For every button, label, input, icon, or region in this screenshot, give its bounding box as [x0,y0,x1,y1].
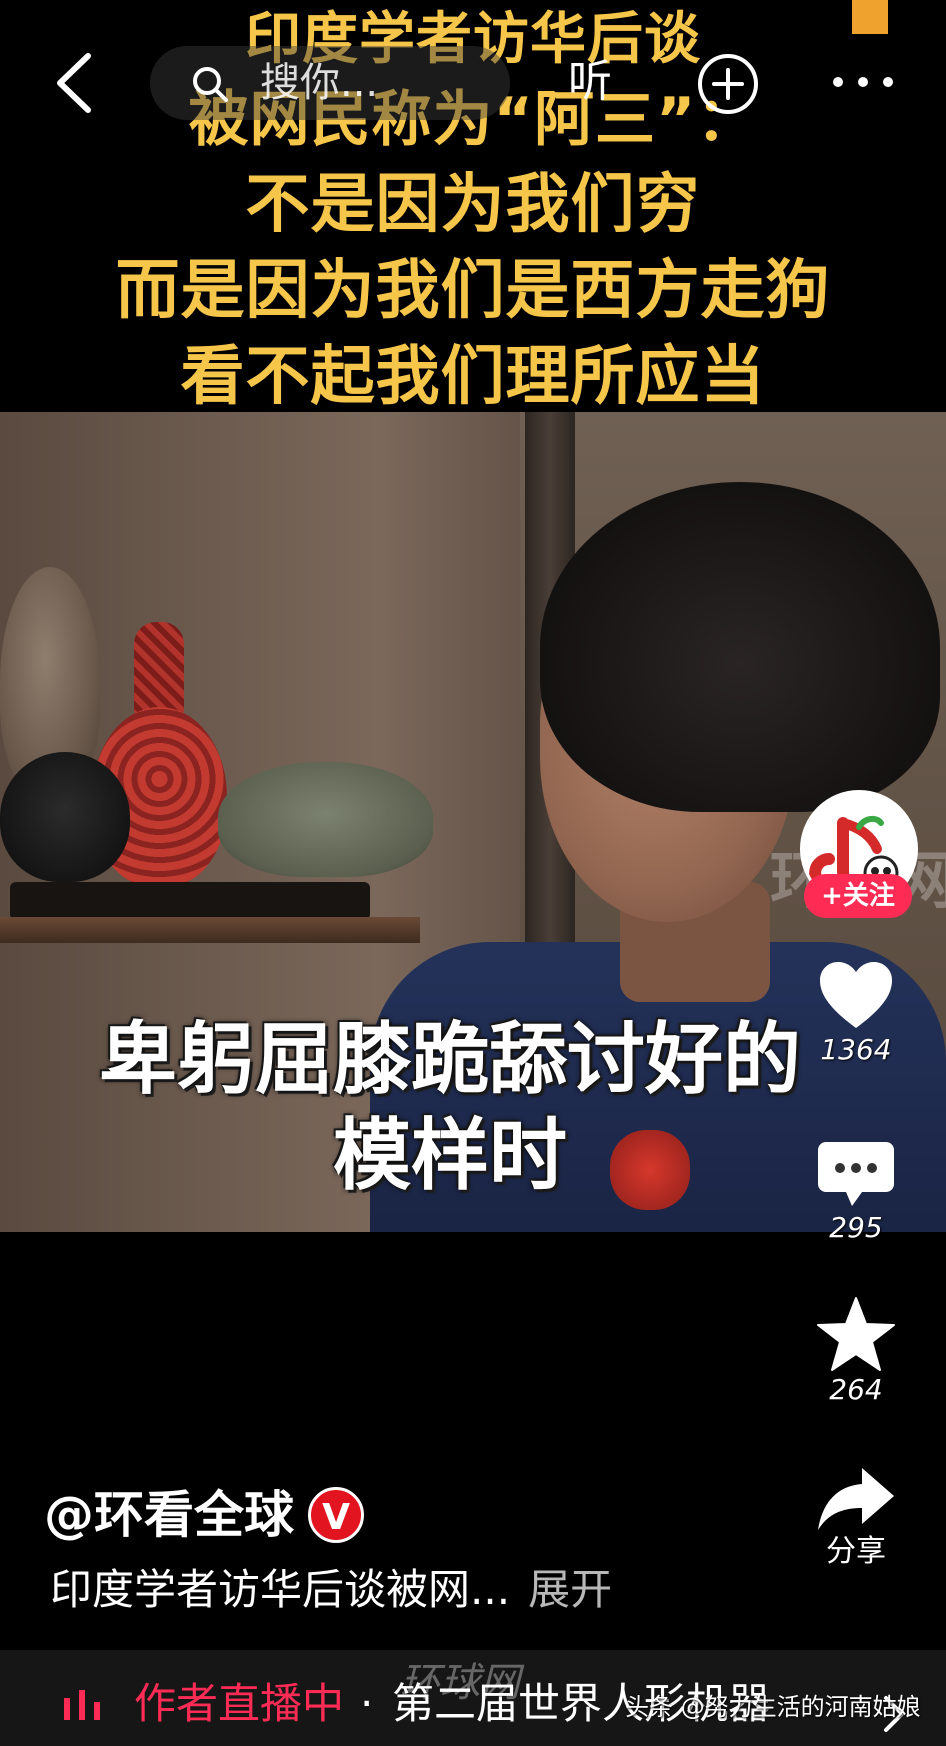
top-navigation-bar: 搜你... 听 [0,40,946,128]
verified-badge-icon: V [308,1487,364,1543]
search-placeholder: 搜你... [260,60,379,106]
title-line-4: 而是因为我们是西方走狗 [115,254,831,328]
listen-button[interactable]: 听 [568,54,612,110]
separator-dot: · [360,1679,374,1728]
plus-button[interactable] [696,52,760,116]
search-input[interactable]: 搜你... [150,46,510,120]
caption-line-1: 卑躬屈膝跪舔讨好的 [98,1015,801,1105]
more-dots-icon [833,77,893,87]
like-count: 1364 [820,1033,892,1066]
live-status-label: 作者直播中 [134,1679,345,1728]
source-credit: 头条 @努力生活的河南姑娘 [625,1693,921,1721]
video-caption: 卑躬屈膝跪舔讨好的 模样时 [0,1012,900,1204]
comment-button[interactable]: 295 [806,1138,906,1246]
share-label: 分享 [826,1534,886,1569]
scene-shelf [0,917,420,943]
corner-mark [852,0,888,34]
heart-icon [820,962,892,1028]
author-name[interactable]: @环看全球 [44,1484,294,1546]
more-button[interactable] [828,60,898,100]
title-line-5: 看不起我们理所应当 [180,340,766,414]
video-description[interactable]: 印度学者访华后谈被网... 展开 [50,1562,612,1618]
comment-icon [818,1142,894,1206]
caption-line-2: 模样时 [332,1111,567,1201]
scene-kettle [0,752,130,882]
author-row[interactable]: @环看全球 V [44,1484,364,1546]
back-button[interactable] [46,48,106,118]
share-button[interactable]: 分享 [806,1464,906,1570]
follow-button[interactable]: +关注 [804,874,912,918]
comment-count: 295 [829,1211,883,1244]
expand-button[interactable]: 展开 [528,1565,612,1614]
favorite-button[interactable]: 264 [806,1296,906,1408]
title-line-3: 不是因为我们穷 [245,168,701,242]
scene-tray [10,882,370,920]
like-button[interactable]: 1364 [806,960,906,1068]
share-arrow-icon [818,1468,894,1530]
favorite-count: 264 [829,1373,883,1406]
search-icon [193,67,228,102]
video-player[interactable]: 印度学者访华后谈 被网民称为“阿三”： 不是因为我们穷 而是因为我们是西方走狗 … [0,0,946,1232]
star-icon [817,1297,895,1371]
plus-circle-icon [698,54,758,114]
description-text: 印度学者访华后谈被网... [50,1565,511,1614]
live-bars-icon [64,1690,100,1720]
chevron-left-icon [57,53,91,113]
